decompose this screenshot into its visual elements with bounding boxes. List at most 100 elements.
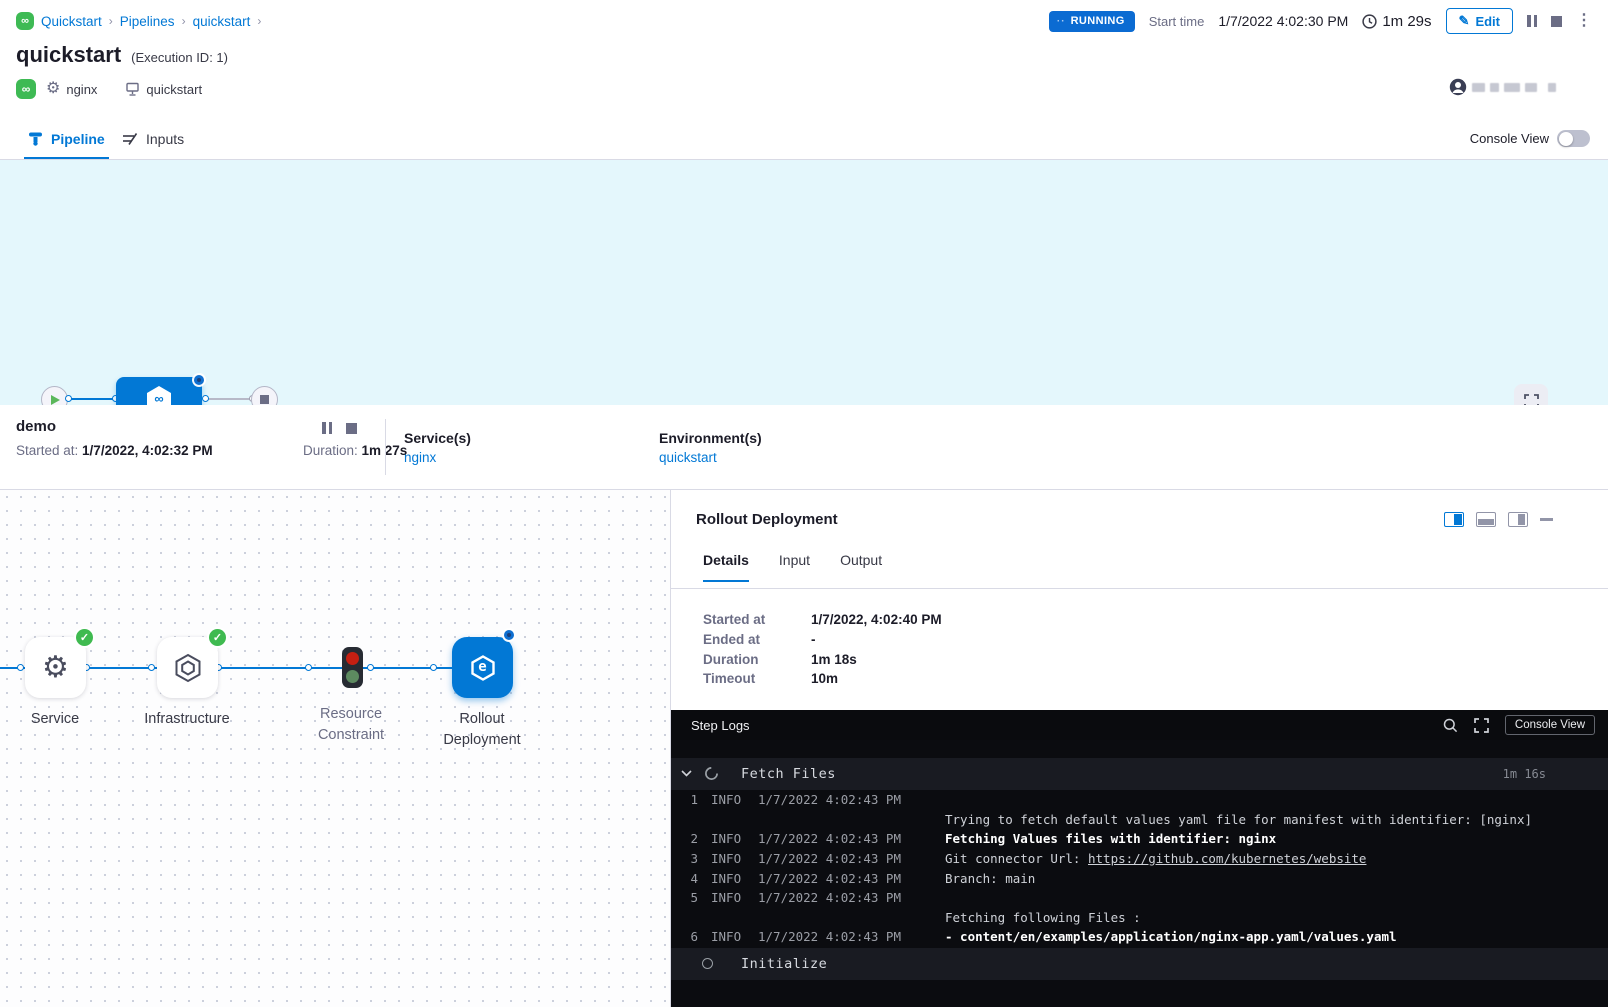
pipeline-execution-page: ∞ Quickstart › Pipelines › quickstart › … xyxy=(0,0,1608,1007)
detail-value: - xyxy=(811,632,816,647)
log-timestamp: 1/7/2022 4:02:43 PM xyxy=(758,792,916,807)
step-running-spinner-icon xyxy=(504,630,514,640)
detail-row-duration: Duration 1m 18s xyxy=(703,652,857,667)
edge-stage-to-end xyxy=(206,398,252,400)
log-line: 3 INFO 1/7/2022 4:02:43 PM Git connector… xyxy=(671,849,1608,869)
tab-input[interactable]: Input xyxy=(779,552,810,582)
console-actions: Console View xyxy=(1443,715,1595,735)
edge-connector-dot xyxy=(367,664,374,671)
breadcrumb-pipelines[interactable]: Pipelines xyxy=(120,14,175,29)
environment-tag-label: quickstart xyxy=(146,82,202,97)
tab-inputs-label: Inputs xyxy=(146,131,184,147)
stage-duration: Duration: 1m 27s xyxy=(303,443,407,458)
logs-fullscreen-icon[interactable] xyxy=(1474,718,1489,733)
step-panel-title: Rollout Deployment xyxy=(696,511,838,528)
breadcrumb-quickstart[interactable]: Quickstart xyxy=(41,14,102,29)
log-timestamp: 1/7/2022 4:02:43 PM xyxy=(758,871,916,886)
start-time-label: Start time xyxy=(1149,14,1205,29)
tab-inputs[interactable]: Inputs xyxy=(122,118,184,159)
start-time-value: 1/7/2022 4:02:30 PM xyxy=(1218,13,1348,29)
tab-pipeline[interactable]: Pipeline xyxy=(28,118,105,159)
edge-start-to-stage xyxy=(70,398,118,400)
title-row: quickstart (Execution ID: 1) xyxy=(16,42,228,68)
stop-icon xyxy=(260,395,269,404)
console-view-toggle[interactable] xyxy=(1557,130,1590,147)
stage-stop-icon[interactable] xyxy=(346,423,357,434)
breadcrumb: ∞ Quickstart › Pipelines › quickstart › xyxy=(16,10,261,32)
traffic-light-green-icon xyxy=(346,670,359,683)
log-section-fetch-files[interactable]: Fetch Files 1m 16s xyxy=(671,758,1608,790)
service-tag[interactable]: ⚙ nginx xyxy=(46,81,97,97)
traffic-light-red-icon xyxy=(346,652,359,665)
log-line: 2 INFO 1/7/2022 4:02:43 PM Fetching Valu… xyxy=(671,829,1608,849)
service-link[interactable]: nginx xyxy=(404,450,436,465)
log-message-prefix: Git connector Url: xyxy=(945,851,1088,866)
redacted-text xyxy=(1472,83,1485,92)
breadcrumb-separator: › xyxy=(182,14,186,28)
redacted-text xyxy=(1548,83,1556,92)
detail-value: 1m 18s xyxy=(811,652,857,667)
execution-meta-row: ∞ ⚙ nginx quickstart xyxy=(16,79,202,99)
log-lines: 1 INFO 1/7/2022 4:02:43 PM Trying to fet… xyxy=(671,790,1608,947)
log-link[interactable]: https://github.com/kubernetes/website xyxy=(1088,851,1366,866)
running-dots-icon: ·· xyxy=(1057,16,1066,27)
step-node-resource-constraint[interactable] xyxy=(342,647,363,688)
pipeline-stage-canvas[interactable]: ∞ demo + − xyxy=(0,160,1608,405)
detail-label: Ended at xyxy=(703,632,811,647)
resource-label-line1: Resource xyxy=(320,706,382,722)
step-logs-header: Step Logs Console View xyxy=(671,710,1608,740)
panel-minimize-icon[interactable] xyxy=(1540,518,1553,520)
layout-right-icon[interactable] xyxy=(1508,512,1528,527)
page-title: quickstart xyxy=(16,42,121,68)
edge-connector-dot xyxy=(148,664,155,671)
detail-row-started-at: Started at 1/7/2022, 4:02:40 PM xyxy=(703,612,942,627)
environment-link[interactable]: quickstart xyxy=(659,450,717,465)
detail-value: 1/7/2022, 4:02:40 PM xyxy=(811,612,942,627)
log-section-initialize[interactable]: Initialize xyxy=(671,948,1608,980)
pencil-icon: ✎ xyxy=(1459,13,1470,29)
elapsed-time: 1m 29s xyxy=(1362,13,1431,30)
stop-execution-icon[interactable] xyxy=(1551,16,1562,27)
layout-split-right-icon[interactable] xyxy=(1444,512,1464,527)
divider xyxy=(671,588,1608,589)
step-node-infrastructure[interactable] xyxy=(157,637,218,698)
execution-id: (Execution ID: 1) xyxy=(131,50,228,65)
step-label-rollout-deployment: RolloutDeployment xyxy=(427,709,537,751)
log-timestamp: 1/7/2022 4:02:43 PM xyxy=(758,831,916,846)
log-message: Trying to fetch default values yaml file… xyxy=(945,812,1532,827)
environment-tag[interactable]: quickstart xyxy=(125,82,202,97)
detail-value: 10m xyxy=(811,671,838,686)
more-options-icon[interactable]: ⋮ xyxy=(1576,13,1592,29)
redacted-text xyxy=(1504,83,1520,92)
loading-spinner-icon xyxy=(704,766,719,781)
log-line-number: 1 xyxy=(678,792,698,807)
layout-bottom-icon[interactable] xyxy=(1476,512,1496,527)
log-message: Git connector Url: https://github.com/ku… xyxy=(945,851,1366,866)
tab-details[interactable]: Details xyxy=(703,552,749,582)
stage-started-label: Started at: xyxy=(16,443,82,458)
gear-icon: ⚙ xyxy=(46,81,60,97)
log-line: Fetching following Files : xyxy=(671,908,1608,928)
search-icon[interactable] xyxy=(1443,718,1458,733)
step-node-service[interactable]: ⚙ xyxy=(25,637,86,698)
edge-connector-dot xyxy=(305,664,312,671)
chevron-down-icon[interactable] xyxy=(681,770,692,777)
pause-execution-icon[interactable] xyxy=(1527,15,1537,27)
console-view-button[interactable]: Console View xyxy=(1505,715,1595,735)
step-label-service: Service xyxy=(0,709,110,730)
breadcrumb-pipeline-name[interactable]: quickstart xyxy=(193,14,251,29)
log-message: Fetching Values files with identifier: n… xyxy=(945,831,1276,846)
console-view-control: Console View xyxy=(1470,118,1590,159)
edit-button[interactable]: ✎ Edit xyxy=(1446,8,1513,34)
step-node-rollout-deployment[interactable]: e xyxy=(452,637,513,698)
log-level: INFO xyxy=(711,831,747,846)
execution-graph-canvas[interactable]: ⚙ ✓ Service ✓ Infrastructure ResourceCon… xyxy=(0,490,670,1007)
stage-pause-icon[interactable] xyxy=(322,422,332,434)
breadcrumb-separator: › xyxy=(109,14,113,28)
stage-info-bar: demo Started at: 1/7/2022, 4:02:32 PM Du… xyxy=(0,405,1608,490)
pending-circle-icon xyxy=(702,958,713,969)
tab-output[interactable]: Output xyxy=(840,552,882,582)
resource-label-line2: Constraint xyxy=(318,727,384,743)
breadcrumb-separator: › xyxy=(257,14,261,28)
user-info xyxy=(1449,78,1556,96)
